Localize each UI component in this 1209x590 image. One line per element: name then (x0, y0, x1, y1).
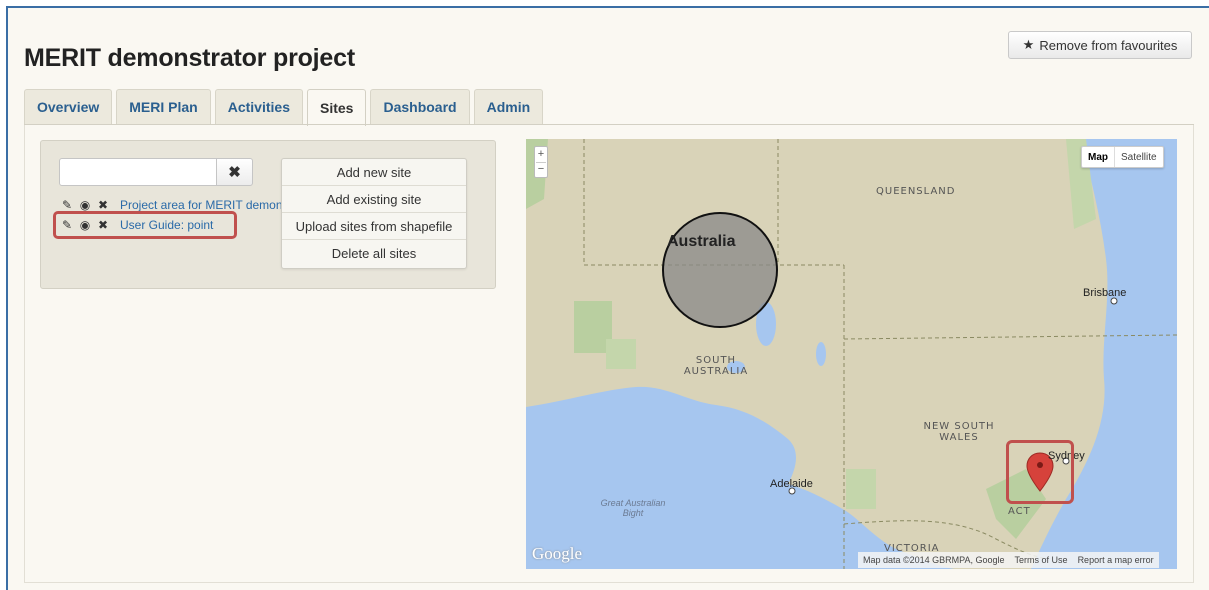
remove-favourite-button[interactable]: ★ Remove from favourites (1008, 31, 1192, 59)
upload-shapefile-button[interactable]: Upload sites from shapefile (282, 213, 466, 240)
site-actions-menu: Add new site Add existing site Upload si… (281, 158, 467, 269)
map-label-new-south-wales: NEW SOUTH WALES (923, 421, 995, 443)
terms-of-use-link[interactable]: Terms of Use (1015, 555, 1068, 565)
view-icon[interactable]: ◉ (78, 198, 92, 212)
tab-admin[interactable]: Admin (473, 89, 544, 124)
close-icon: ✖ (228, 164, 241, 181)
map-data-credit: Map data ©2014 GBRMPA, Google (863, 555, 1005, 565)
park-area (846, 469, 876, 509)
remove-favourite-label: Remove from favourites (1039, 37, 1178, 53)
edit-icon[interactable]: ✎ (60, 198, 74, 212)
delete-all-sites-button[interactable]: Delete all sites (282, 240, 466, 267)
zoom-out-button[interactable]: − (538, 162, 544, 177)
tab-sites[interactable]: Sites (306, 89, 367, 126)
map-label-great-australian-bight: Great Australian Bight (600, 498, 666, 518)
map-label-australia: Australia (667, 233, 736, 250)
map-attribution: Map data ©2014 GBRMPA, Google Terms of U… (858, 552, 1159, 568)
map-label-act: ACT (1008, 506, 1031, 517)
add-new-site-button[interactable]: Add new site (282, 159, 466, 186)
add-existing-site-button[interactable]: Add existing site (282, 186, 466, 213)
tab-dashboard[interactable]: Dashboard (370, 89, 470, 124)
tab-overview[interactable]: Overview (24, 89, 113, 124)
map-type-satellite-button[interactable]: Satellite (1115, 147, 1163, 167)
tab-meri-plan[interactable]: MERI Plan (116, 89, 211, 124)
annotation-highlight-marker (1006, 440, 1074, 504)
page-title: MERIT demonstrator project (24, 44, 355, 72)
project-area-circle (662, 212, 778, 328)
delete-icon[interactable]: ✖ (96, 198, 110, 212)
map-zoom-control: + − (534, 146, 548, 178)
site-link[interactable]: Project area for MERIT demonstrator proj… (120, 198, 287, 212)
google-logo: Google (532, 544, 583, 563)
map-type-control: Map Satellite (1081, 146, 1164, 168)
report-map-error-link[interactable]: Report a map error (1078, 555, 1154, 565)
map-type-map-button[interactable]: Map (1082, 147, 1115, 167)
annotation-highlight-site (53, 211, 237, 239)
map-label-brisbane: Brisbane (1083, 287, 1127, 299)
tab-activities[interactable]: Activities (214, 89, 303, 124)
site-search-input[interactable] (59, 158, 217, 186)
lake (816, 342, 826, 366)
map-label-adelaide: Adelaide (770, 478, 813, 490)
project-tabs: Overview MERI Plan Activities Sites Dash… (24, 89, 547, 126)
map-label-queensland: QUEENSLAND (876, 186, 956, 197)
clear-search-button[interactable]: ✖ (216, 158, 253, 186)
park-area (606, 339, 636, 369)
map-label-south-australia: SOUTH AUSTRALIA (683, 355, 749, 377)
star-icon: ★ (1022, 37, 1035, 52)
zoom-in-button[interactable]: + (538, 147, 544, 162)
